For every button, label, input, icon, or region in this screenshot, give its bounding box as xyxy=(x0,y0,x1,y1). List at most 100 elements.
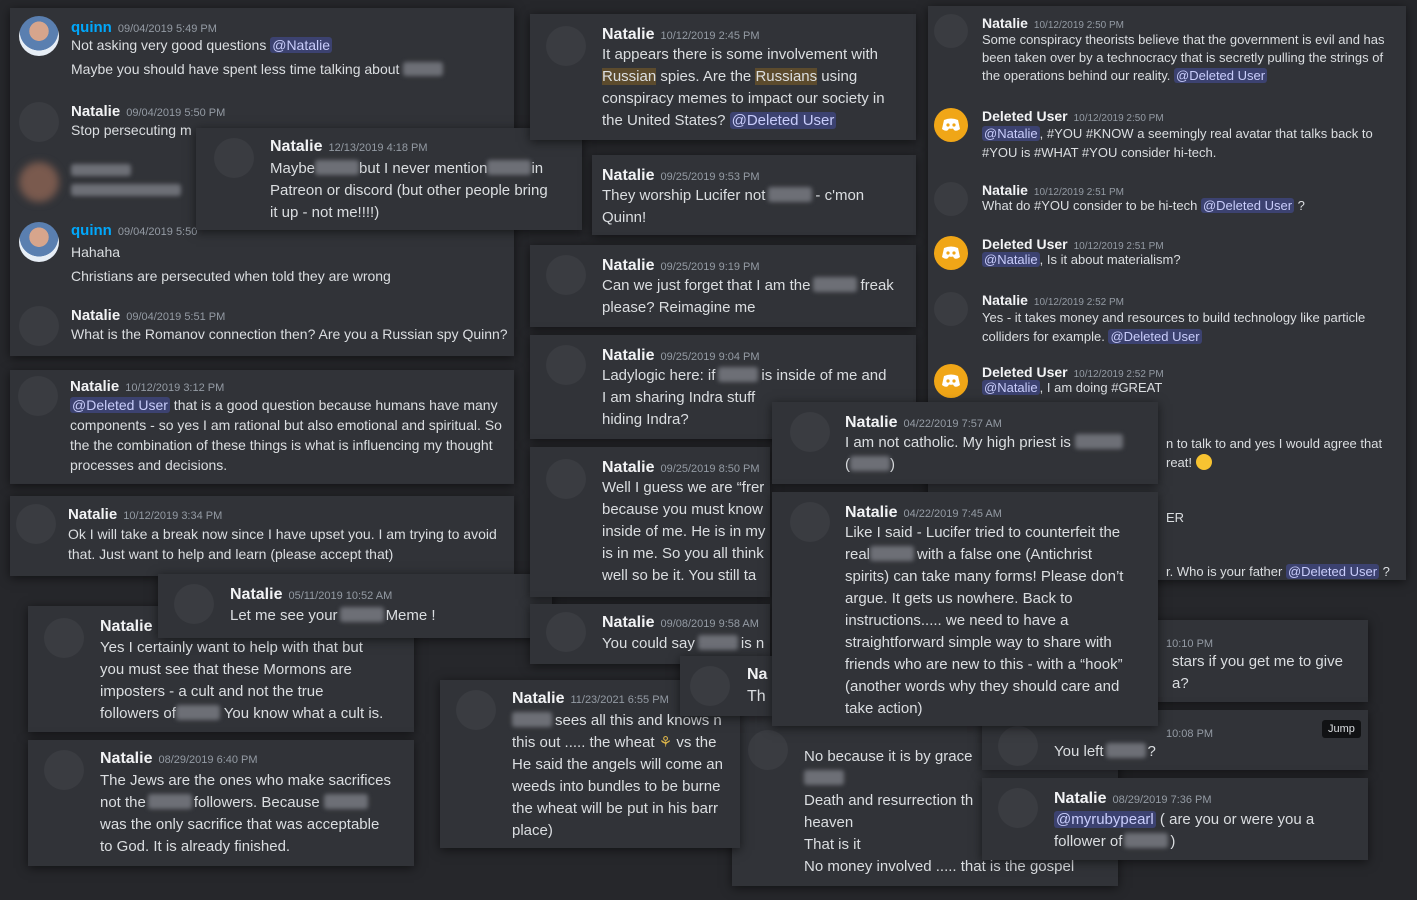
redaction xyxy=(870,546,915,561)
author-name[interactable]: Natalie xyxy=(71,307,120,324)
message-header: Natalie 11/23/2021 6:55 PM xyxy=(512,688,669,710)
avatar[interactable] xyxy=(546,612,586,652)
avatar[interactable] xyxy=(748,730,788,770)
author-name[interactable]: Natalie xyxy=(602,614,654,631)
smile-emoji-icon xyxy=(1195,454,1212,470)
message-card: Na Th xyxy=(680,656,772,716)
redaction xyxy=(718,367,759,382)
mention[interactable]: @Deleted User xyxy=(729,112,837,129)
avatar[interactable] xyxy=(998,788,1038,828)
author-name[interactable]: Natalie xyxy=(982,292,1028,308)
message-card: Natalie 04/22/2019 7:57 AM I am not catho… xyxy=(772,402,1158,484)
author-name[interactable]: Natalie xyxy=(71,103,120,120)
avatar[interactable] xyxy=(934,14,968,48)
avatar[interactable] xyxy=(19,16,59,56)
avatar[interactable] xyxy=(790,412,830,452)
timestamp: 10/12/2019 2:52 PM xyxy=(1033,297,1124,308)
redaction xyxy=(697,635,738,650)
redaction xyxy=(403,62,444,76)
message-text: Can we just forget that I am the freak ple… xyxy=(602,277,894,316)
mention[interactable]: @Deleted User xyxy=(1200,198,1295,213)
avatar[interactable] xyxy=(790,502,830,542)
message-text: I am not catholic. My high priest is () xyxy=(845,432,1124,476)
author-name[interactable]: Natalie xyxy=(1054,790,1106,807)
avatar[interactable] xyxy=(934,108,968,142)
avatar[interactable] xyxy=(19,222,59,262)
avatar[interactable] xyxy=(934,182,968,216)
author-name[interactable]: Deleted User xyxy=(982,108,1068,124)
redaction xyxy=(71,184,181,196)
message-card: Natalie 12/13/2019 4:18 PM Maybe but I nev… xyxy=(196,128,582,230)
author-name[interactable]: Natalie xyxy=(602,459,654,476)
message-header: quinn 09/04/2019 5:50 xyxy=(71,220,197,242)
timestamp: 11/23/2021 6:55 PM xyxy=(570,694,669,706)
author-name[interactable]: Natalie xyxy=(602,167,654,184)
mention[interactable]: @Deleted User xyxy=(1285,564,1380,579)
author-name[interactable]: Natalie xyxy=(68,506,117,523)
mention[interactable]: @Natalie xyxy=(270,37,333,53)
message-header: 10:08 PM xyxy=(1166,724,1213,742)
message-text: Ok I will take a break now since I have … xyxy=(68,526,497,562)
author-name[interactable]: Na xyxy=(747,666,767,683)
author-name[interactable]: Natalie xyxy=(100,618,152,635)
redaction xyxy=(339,607,384,622)
author-name[interactable]: Natalie xyxy=(982,15,1028,31)
timestamp: 09/25/2019 9:19 PM xyxy=(660,261,760,273)
avatar[interactable] xyxy=(998,726,1038,766)
author-name[interactable]: Natalie xyxy=(602,347,654,364)
avatar[interactable] xyxy=(19,162,59,202)
mention[interactable]: @Deleted User xyxy=(1174,68,1268,83)
timestamp: 09/25/2019 8:50 PM xyxy=(660,463,760,475)
author-name[interactable]: quinn xyxy=(71,19,112,36)
mention[interactable]: @myrubypearl xyxy=(1054,811,1156,828)
message-header: Natalie 08/29/2019 6:40 PM xyxy=(100,748,258,770)
mention[interactable]: @Natalie xyxy=(982,126,1040,141)
mention[interactable]: @Natalie xyxy=(982,380,1040,395)
mention[interactable]: @Deleted User xyxy=(70,397,170,413)
avatar[interactable] xyxy=(546,345,586,385)
avatar[interactable] xyxy=(19,102,59,142)
author-name[interactable]: Natalie xyxy=(230,586,282,603)
avatar[interactable] xyxy=(934,292,968,326)
message-text: stars if you get me to give a? xyxy=(1172,653,1343,692)
avatar[interactable] xyxy=(18,376,58,416)
message-text: Stop persecuting m xyxy=(71,122,192,138)
author-name[interactable]: Natalie xyxy=(512,690,564,707)
message-header: Natalie xyxy=(100,616,152,638)
avatar[interactable] xyxy=(174,584,214,624)
avatar[interactable] xyxy=(546,459,586,499)
message-header: Natalie 09/25/2019 9:19 PM xyxy=(602,255,760,277)
timestamp: 10:10 PM xyxy=(1166,638,1214,650)
message-text: What do #YOU consider to be hi-tech @Del… xyxy=(982,198,1305,213)
mention[interactable]: @Natalie xyxy=(982,252,1040,267)
avatar[interactable] xyxy=(44,618,84,658)
author-name[interactable]: quinn xyxy=(71,222,112,239)
message-text: Well I guess we are “frer because you mus… xyxy=(602,479,766,584)
avatar[interactable] xyxy=(19,306,59,346)
timestamp: 10/12/2019 2:50 PM xyxy=(1033,20,1124,31)
avatar[interactable] xyxy=(456,690,496,730)
message-text: @Natalie, #YOU #KNOW a seemingly real av… xyxy=(982,126,1373,160)
author-name[interactable]: Natalie xyxy=(602,257,654,274)
avatar[interactable] xyxy=(546,26,586,66)
mention[interactable]: @Deleted User xyxy=(1108,329,1202,344)
message-text: They worship Lucifer not - c'mon Quinn! xyxy=(602,187,865,226)
avatar[interactable] xyxy=(546,255,586,295)
author-name[interactable]: Natalie xyxy=(100,750,152,767)
avatar[interactable] xyxy=(16,504,56,544)
jump-button[interactable]: Jump xyxy=(1322,720,1361,738)
author-name[interactable]: Natalie xyxy=(845,504,897,521)
avatar[interactable] xyxy=(214,138,254,178)
author-name[interactable]: Natalie xyxy=(602,26,654,43)
avatar[interactable] xyxy=(934,236,968,270)
redaction xyxy=(1124,833,1169,848)
avatar[interactable] xyxy=(934,364,968,398)
author-name[interactable]: Natalie xyxy=(70,378,119,395)
avatar[interactable] xyxy=(44,750,84,790)
message-header: Natalie 04/22/2019 7:45 AM xyxy=(845,502,1002,524)
author-name[interactable]: Natalie xyxy=(845,414,897,431)
message-text: Hahaha Christians are persecuted when tol… xyxy=(71,244,391,284)
avatar[interactable] xyxy=(690,666,730,706)
author-name[interactable]: Natalie xyxy=(270,138,322,155)
redaction xyxy=(813,277,858,292)
